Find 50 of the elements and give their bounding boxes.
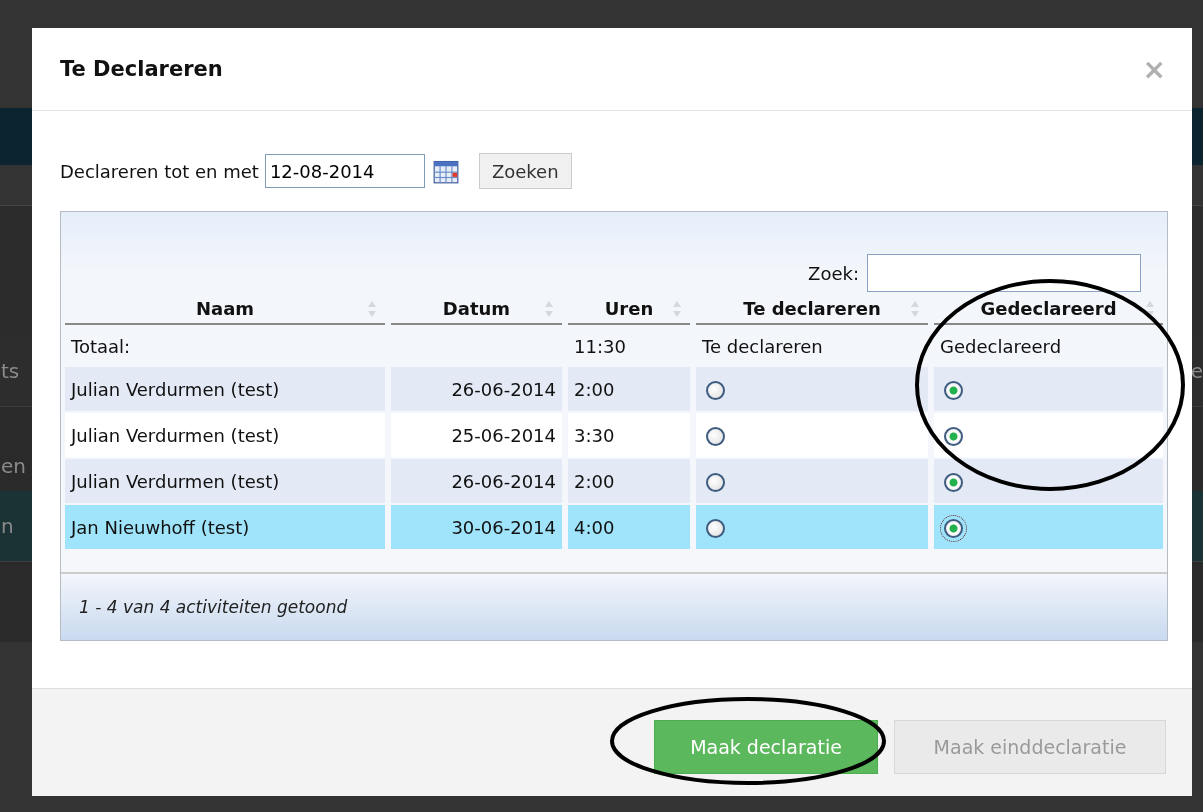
table-cell: 4:00 [568,505,690,549]
table-cell: 26-06-2014 [391,367,562,411]
sort-icon [367,300,377,318]
table-row[interactable]: Jan Nieuwhoff (test) 30-06-2014 4:00 [65,505,1163,549]
search-field[interactable] [867,254,1141,292]
table-cell-text: 11:30 [573,334,627,359]
column-header[interactable]: Uren [568,294,690,325]
dialog-title: Te Declareren [60,57,223,81]
table-info: 1 - 4 van 4 activiteiten getoond [79,597,348,617]
background-text: ts [1,359,20,383]
radio-button[interactable] [944,380,963,400]
table-cell: 30-06-2014 [391,505,562,549]
background-text: e [1190,359,1203,383]
table-cell: 2:00 [568,367,690,411]
table-row[interactable]: Julian Verdurmen (test) 25-06-2014 3:30 [65,413,1163,457]
radio-button[interactable] [944,472,963,492]
table-cell: Julian Verdurmen (test) [65,459,385,503]
radio-button[interactable] [706,518,725,538]
radio-button[interactable] [706,426,725,446]
search-button[interactable]: Zoeken [478,153,572,189]
column-header[interactable]: Te declareren [696,294,928,325]
table-cell: Julian Verdurmen (test) [65,413,385,457]
filter-label: Declareren tot en met [60,160,259,182]
column-header[interactable]: Gedeclareerd [934,294,1163,325]
table-cell-text: Totaal: [70,334,132,359]
radio-button[interactable] [944,518,963,538]
table-cell-text: Gedeclareerd [939,334,1063,359]
background-text: en [1,454,26,478]
table-cell: 25-06-2014 [391,413,562,457]
sort-icon [672,300,682,318]
table-row[interactable]: Julian Verdurmen (test) 26-06-2014 2:00 [65,367,1163,411]
sort-icon [1145,300,1155,318]
date-field[interactable]: 12-08-2014 [264,154,425,188]
table-cell: 26-06-2014 [391,459,562,503]
sort-icon [544,300,554,318]
radio-button[interactable] [706,472,725,492]
radio-button[interactable] [706,380,725,400]
table-cell-text: Te declareren [701,334,824,359]
table-cell: 2:00 [568,459,690,503]
table-cell: Jan Nieuwhoff (test) [65,505,385,549]
sort-icon [910,300,920,318]
column-header[interactable]: Naam [65,294,385,325]
radio-button[interactable] [944,426,963,446]
table-cell: Julian Verdurmen (test) [65,367,385,411]
table-cell: 3:30 [568,413,690,457]
column-header[interactable]: Datum [391,294,562,325]
background-text: n [1,514,14,538]
search-label: Zoek: [808,262,859,284]
table-row[interactable]: Julian Verdurmen (test) 26-06-2014 2:00 [65,459,1163,503]
calendar-icon[interactable] [432,158,459,184]
